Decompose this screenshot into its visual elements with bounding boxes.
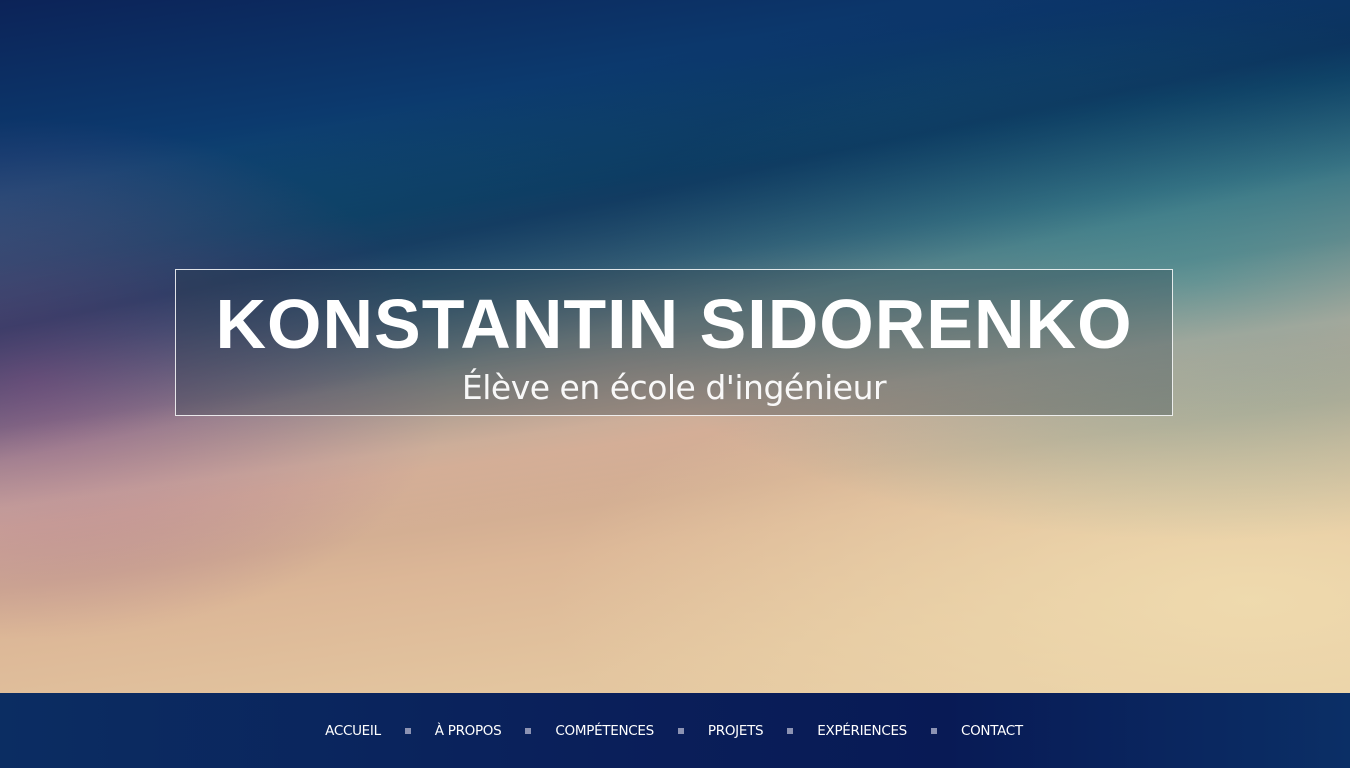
page: KONSTANTIN SIDORENKO Élève en école d'in…: [0, 0, 1350, 768]
hero-section: KONSTANTIN SIDORENKO Élève en école d'in…: [0, 0, 1350, 693]
page-subtitle: Élève en école d'ingénieur: [461, 368, 887, 407]
nav-item-accueil[interactable]: ACCUEIL: [325, 723, 381, 739]
square-bullet-icon: [404, 727, 411, 734]
nav-item-experiences[interactable]: EXPÉRIENCES: [817, 723, 907, 739]
page-title: KONSTANTIN SIDORENKO: [215, 285, 1133, 363]
nav-list: ACCUEIL À PROPOS COMPÉTENCES PROJETS EXP…: [0, 693, 1350, 768]
title-box: KONSTANTIN SIDORENKO Élève en école d'in…: [175, 269, 1173, 416]
nav-item-competences[interactable]: COMPÉTENCES: [555, 723, 654, 739]
square-bullet-icon: [930, 727, 937, 734]
nav-item-projets[interactable]: PROJETS: [708, 723, 764, 739]
square-bullet-icon: [677, 727, 684, 734]
square-bullet-icon: [787, 727, 794, 734]
square-bullet-icon: [525, 727, 532, 734]
bottom-navbar: ACCUEIL À PROPOS COMPÉTENCES PROJETS EXP…: [0, 693, 1350, 768]
nav-item-contact[interactable]: CONTACT: [961, 723, 1023, 739]
nav-item-a-propos[interactable]: À PROPOS: [435, 723, 502, 739]
